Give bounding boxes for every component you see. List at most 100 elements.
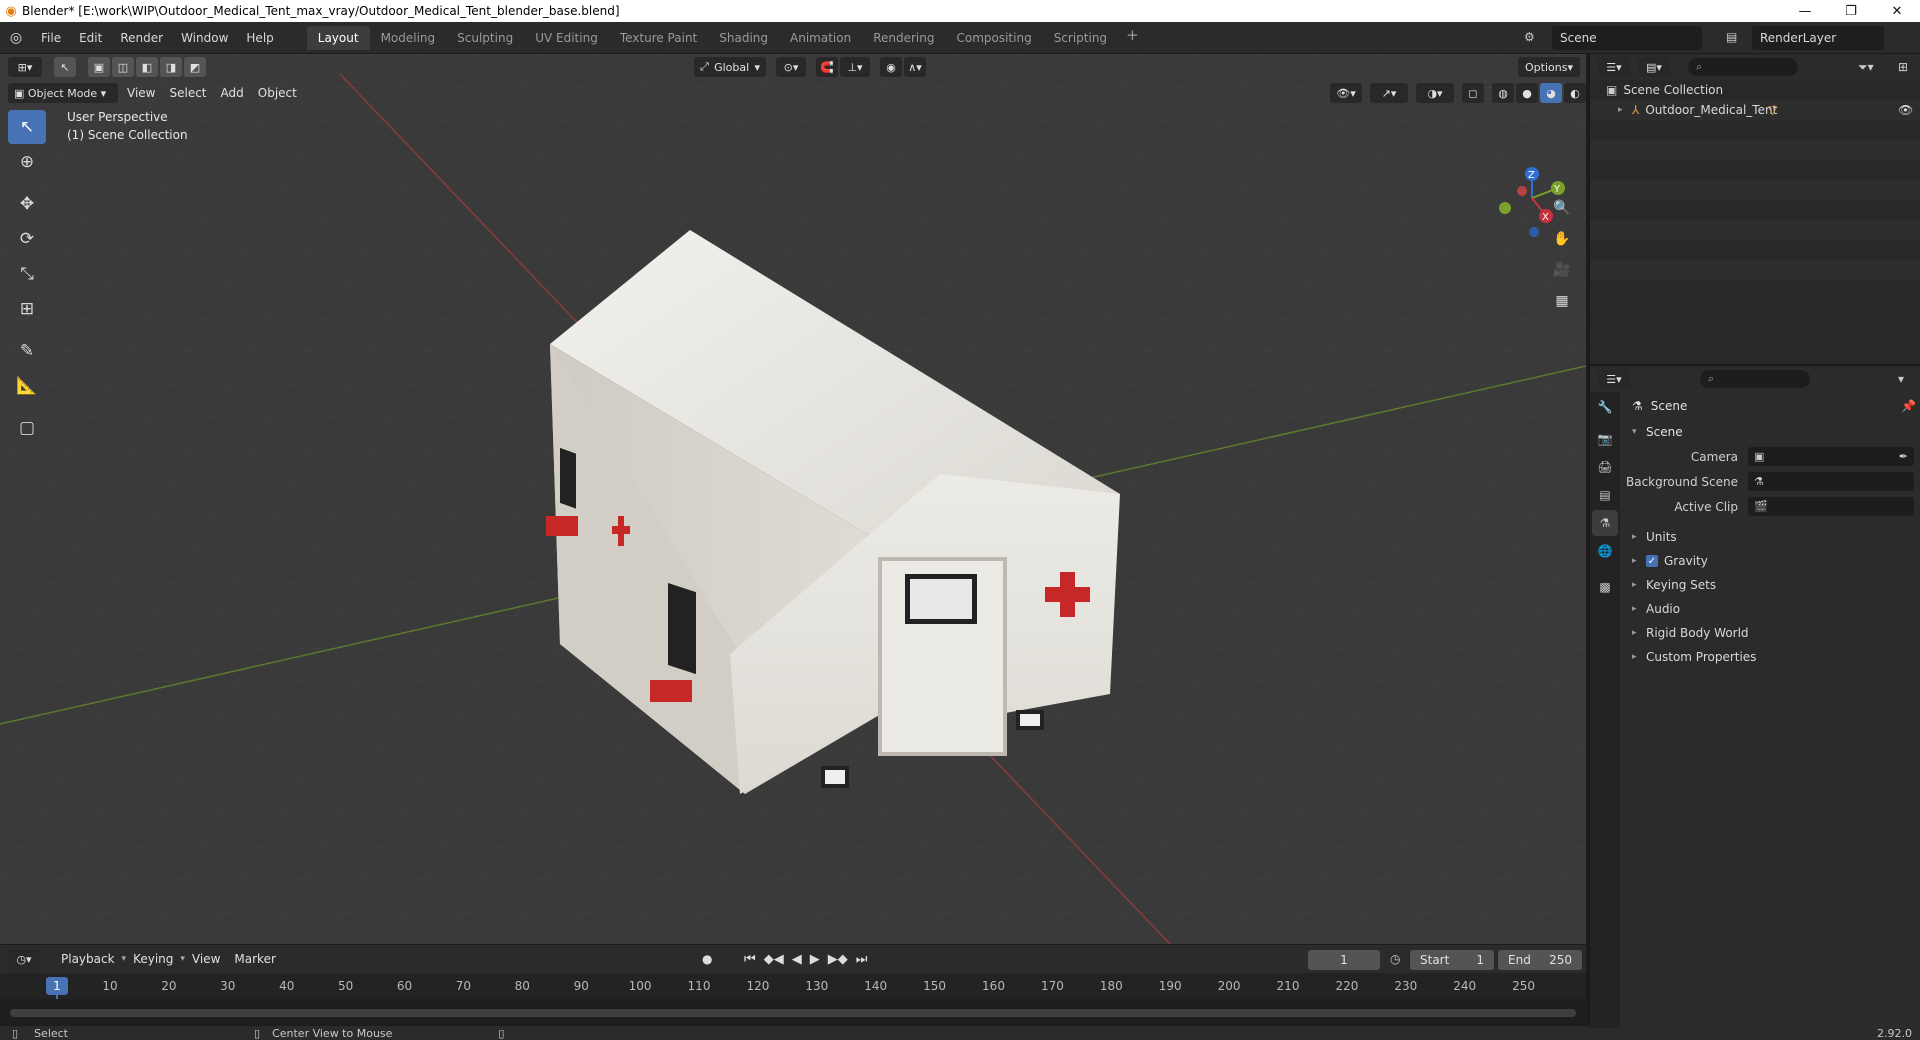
transform-tool-icon[interactable]: ⊞ [8,292,46,326]
scale-tool-icon[interactable]: ⤡ [8,257,46,291]
add-workspace-icon[interactable]: + [1118,26,1147,50]
current-frame-indicator[interactable]: 1 [46,977,68,995]
outliner-search-input[interactable]: ⌕ [1688,58,1798,76]
tab-texture-paint[interactable]: Texture Paint [609,26,708,50]
annotate-tool-icon[interactable]: ✎ [8,334,46,368]
transform-orientation-dropdown[interactable]: ⤢ Global ▾ [694,57,766,77]
menu-help[interactable]: Help [237,26,282,50]
proportional-falloff-icon[interactable]: ∧▾ [904,57,926,77]
timeline-menu-marker[interactable]: Marker [227,952,282,966]
viewport-menu-select[interactable]: Select [162,86,213,100]
output-tab-icon[interactable]: 🖨 [1592,454,1618,480]
measure-tool-icon[interactable]: 📐 [8,369,46,403]
wireframe-shading-icon[interactable]: ◍ [1492,83,1514,103]
visibility-eye-icon[interactable]: 👁 [1898,103,1913,117]
background-scene-input[interactable]: ⚗ [1748,472,1914,491]
play-icon[interactable]: ▶ [810,952,820,967]
scene-name-field[interactable]: Scene [1552,26,1702,50]
outliner-row-object[interactable]: ▸ ⅄ Outdoor_Medical_Tent ▽ 👁 [1590,100,1920,120]
units-section[interactable]: ▸ Units [1622,525,1920,549]
xray-toggle-icon[interactable]: ◻ [1462,83,1484,103]
properties-editor-type-icon[interactable]: ☰▾ [1598,369,1630,389]
proportional-edit-icon[interactable]: ◉ [880,57,902,77]
tab-compositing[interactable]: Compositing [945,26,1042,50]
minimize-button[interactable]: — [1782,0,1828,22]
jump-keyframe-forward-icon[interactable]: ▶◆ [828,952,848,967]
render-tab-icon[interactable]: 📷 [1592,426,1618,452]
select-box-invert-icon[interactable]: ◨ [160,57,182,77]
auto-key-record-icon[interactable]: ● [702,952,712,966]
rendered-shading-icon[interactable]: ◐ [1564,83,1586,103]
select-box-intersect-icon[interactable]: ◩ [184,57,206,77]
menu-render[interactable]: Render [111,26,172,50]
scene-tab-icon[interactable]: ⚗ [1592,510,1618,536]
viewport-menu-object[interactable]: Object [251,86,304,100]
select-box-subtract-icon[interactable]: ◧ [136,57,158,77]
select-mode-icon[interactable]: ↖ [54,57,76,77]
new-collection-icon[interactable]: ⊞ [1898,60,1908,74]
options-dropdown[interactable]: Options ▾ [1518,57,1580,77]
timeline-menu-playback[interactable]: Playback [54,952,122,966]
tool-tab-icon[interactable]: 🔧 [1592,394,1618,420]
viewport-menu-add[interactable]: Add [214,86,251,100]
camera-view-icon[interactable]: 🎥 [1548,256,1576,284]
blender-menu-icon[interactable]: ◎ [0,30,32,46]
select-box-tool-icon[interactable]: ↖ [8,110,46,144]
view-layer-icon[interactable]: ▤ [1726,30,1737,44]
pan-hand-icon[interactable]: ✋ [1548,225,1576,253]
properties-search-input[interactable]: ⌕ [1700,370,1810,388]
tab-layout[interactable]: Layout [306,25,370,50]
tab-rendering[interactable]: Rendering [862,26,945,50]
menu-file[interactable]: File [32,26,70,50]
viewport-menu-view[interactable]: View [120,86,162,100]
custom-properties-section[interactable]: ▸ Custom Properties [1622,645,1920,669]
play-reverse-icon[interactable]: ◀ [792,952,802,967]
outliner-row-scene-collection[interactable]: ▣ Scene Collection [1590,80,1920,100]
rotate-tool-icon[interactable]: ⟳ [8,222,46,256]
jump-end-icon[interactable]: ⏭ [856,952,868,967]
scene-selector-icon[interactable]: ⚙ [1524,30,1535,44]
chevron-down-icon[interactable]: ▾ [1898,372,1904,386]
outliner-editor-type-icon[interactable]: ☰▾ [1598,57,1630,77]
tab-modeling[interactable]: Modeling [370,26,447,50]
timeline-scrollbar[interactable] [10,1009,1576,1017]
gizmo-toggle-icon[interactable]: ↗▾ [1370,83,1408,103]
timeline-editor-type-icon[interactable]: ◷▾ [8,949,40,969]
eyedropper-icon[interactable]: ✒ [1899,450,1908,463]
tab-uv-editing[interactable]: UV Editing [524,26,609,50]
menu-window[interactable]: Window [172,26,237,50]
keying-sets-section[interactable]: ▸ Keying Sets [1622,573,1920,597]
tab-scripting[interactable]: Scripting [1043,26,1118,50]
overlay-toggle-icon[interactable]: ◑▾ [1416,83,1454,103]
ortho-grid-icon[interactable]: ▦ [1548,287,1576,315]
gravity-checkbox[interactable]: ✓ [1646,555,1658,567]
filter-icon[interactable]: ⏷▾ [1858,60,1874,75]
cursor-tool-icon[interactable]: ⊕ [8,145,46,179]
move-tool-icon[interactable]: ✥ [8,187,46,221]
pivot-point-icon[interactable]: ⊙▾ [776,57,806,77]
visibility-icon[interactable]: 👁▾ [1330,83,1362,103]
jump-start-icon[interactable]: ⏮ [744,952,756,967]
3d-viewport[interactable]: Z Y X ⊞▾ ↖ ▣ ◫ ◧ ◨ ◩ ⤢ Global ▾ ⊙▾ 🧲 ⊥▾ … [0,54,1586,944]
view-layer-tab-icon[interactable]: ▤ [1592,482,1618,508]
zoom-icon[interactable]: 🔍 [1548,194,1576,222]
close-button[interactable]: ✕ [1874,0,1920,22]
active-clip-input[interactable]: 🎬 [1748,497,1914,516]
current-frame-field[interactable]: 1 [1308,950,1380,970]
solid-shading-icon[interactable]: ● [1516,83,1538,103]
end-frame-field[interactable]: End 250 [1498,950,1582,970]
scene-section-header[interactable]: ▾ Scene [1622,420,1920,444]
gravity-section[interactable]: ▸ ✓ Gravity [1622,549,1920,573]
menu-edit[interactable]: Edit [70,26,111,50]
timeline-menu-view[interactable]: View [185,952,227,966]
snap-target-icon[interactable]: ⊥▾ [840,57,870,77]
display-mode-icon[interactable]: ▤▾ [1638,57,1670,77]
rigid-body-world-section[interactable]: ▸ Rigid Body World [1622,621,1920,645]
jump-keyframe-back-icon[interactable]: ◆◀ [764,952,784,967]
start-frame-field[interactable]: Start 1 [1410,950,1494,970]
snap-icon[interactable]: 🧲 [816,57,838,77]
tab-shading[interactable]: Shading [708,26,779,50]
expand-arrow-icon[interactable]: ▸ [1618,105,1632,115]
pin-icon[interactable]: 📌 [1901,399,1916,413]
timeline-body[interactable] [0,999,1586,1027]
